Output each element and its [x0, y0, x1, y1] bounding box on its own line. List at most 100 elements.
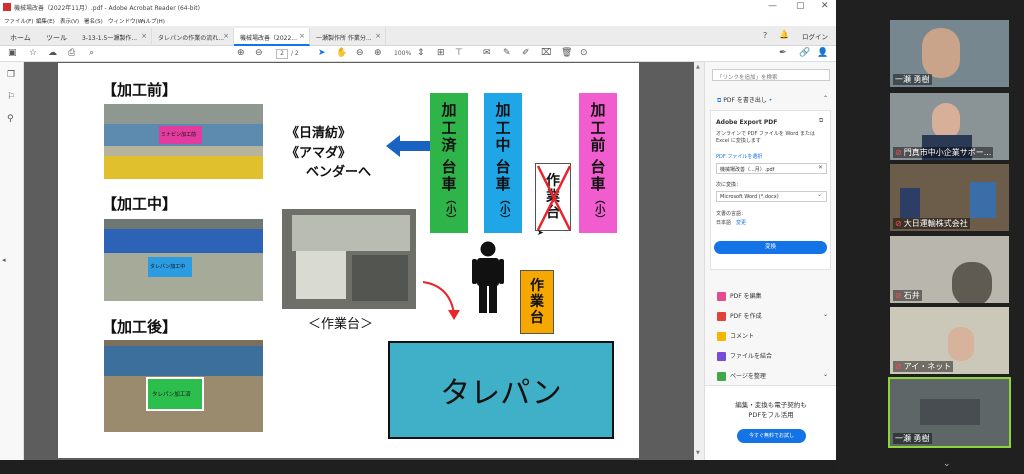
- participant-name-text: 石井: [903, 291, 920, 300]
- tab-doc-2[interactable]: タレパンの作業の流れ... ×: [152, 28, 234, 46]
- tab-doc-4[interactable]: 一瀬製作所 作業分... ×: [310, 28, 386, 46]
- bell-icon[interactable]: 🔔: [779, 30, 789, 39]
- select-cursor-icon[interactable]: ➤: [318, 48, 326, 58]
- comment-icon: [717, 332, 726, 341]
- active-speaker-tile[interactable]: 一瀬 勇樹: [888, 377, 1011, 448]
- stamp-icon[interactable]: ⌧: [541, 48, 551, 58]
- participant-tile[interactable]: 一瀬 勇樹: [890, 20, 1009, 87]
- mic-muted-icon: ⊘: [895, 148, 902, 157]
- convert-to-label: 次に変換：: [716, 182, 742, 188]
- workbench-char: 作: [530, 277, 544, 294]
- document-language-label: 文書の言語：: [716, 211, 747, 217]
- participant-name: 一瀬 勇樹: [893, 433, 932, 444]
- delete-icon[interactable]: 🗑: [561, 48, 572, 58]
- attachments-icon[interactable]: ⚲: [7, 114, 14, 124]
- minimize-icon[interactable]: —: [768, 1, 777, 11]
- document-scrollbar[interactable]: ▲ ▼: [694, 62, 704, 460]
- red-curve-arrow-icon: [422, 281, 460, 320]
- collapse-export-icon[interactable]: ⌃: [823, 95, 828, 102]
- close-icon[interactable]: ✕: [821, 1, 829, 11]
- tab-tools[interactable]: ツール: [40, 28, 70, 46]
- fit-page-icon[interactable]: ⇕: [417, 48, 425, 58]
- menu-help[interactable]: ヘルプ(H): [140, 17, 165, 25]
- highlight-icon[interactable]: ✐: [522, 48, 530, 58]
- tab-home[interactable]: ホーム: [4, 28, 38, 46]
- close-tab-icon[interactable]: ×: [299, 32, 305, 40]
- selected-file-field[interactable]: 機械場改善（...月）.pdf: [716, 163, 827, 174]
- cart-doing-char: 工: [495, 118, 511, 137]
- chevron-down-icon[interactable]: ⌄: [823, 371, 828, 378]
- export-pdf-heading[interactable]: ⧉ PDF を書き出し •: [717, 95, 772, 105]
- share-user-icon[interactable]: 👤: [817, 48, 828, 58]
- search-icon[interactable]: ⌕: [89, 48, 94, 58]
- upload-cloud-icon[interactable]: ☁: [48, 48, 57, 58]
- participant-tile[interactable]: ⊘ 石井: [890, 236, 1009, 303]
- read-mode-icon[interactable]: ⊤: [455, 48, 463, 58]
- zoom-in-icon[interactable]: ⊕: [374, 48, 382, 58]
- select-pdf-link[interactable]: PDF ファイルを選択: [716, 153, 762, 160]
- print-icon[interactable]: ⎙: [68, 48, 75, 58]
- page-number-input[interactable]: 2: [276, 49, 288, 59]
- scroll-mode-icon[interactable]: ⊞: [437, 48, 445, 58]
- cart-doing-char: 台: [495, 158, 511, 177]
- menu-file[interactable]: ファイル(F): [4, 17, 33, 25]
- tool-organize-pages[interactable]: ページを整理: [717, 371, 766, 381]
- zoom-out-icon[interactable]: ⊖: [356, 48, 364, 58]
- tool-edit-pdf-label: PDF を編集: [730, 293, 762, 300]
- sign-icon[interactable]: ✒: [779, 48, 787, 58]
- tool-create-pdf[interactable]: PDF を作成: [717, 311, 762, 321]
- tool-combine-files-label: ファイルを結合: [730, 353, 773, 360]
- tool-combine-files[interactable]: ファイルを結合: [717, 351, 772, 361]
- close-tab-icon[interactable]: ×: [375, 32, 381, 40]
- mic-muted-icon: ⊘: [895, 362, 902, 371]
- chevron-down-icon[interactable]: ⌄: [943, 459, 951, 469]
- share-link-icon[interactable]: 🔗: [799, 48, 810, 58]
- tab-doc-3-active[interactable]: 機械場改善（2022... ×: [234, 28, 310, 46]
- bookmarks-icon[interactable]: ⚐: [7, 92, 15, 102]
- collapse-left-icon[interactable]: ◂: [2, 256, 6, 264]
- edit-pdf-icon: [717, 292, 726, 301]
- cart-doing-size: （小）: [497, 193, 509, 224]
- scroll-up-icon[interactable]: ▲: [696, 64, 700, 70]
- participant-tile[interactable]: ⊘ 門真市中小企業サポー...: [890, 93, 1009, 160]
- page-down-icon[interactable]: ⊖: [255, 48, 263, 58]
- format-select[interactable]: Microsoft Word (*.docx): [716, 191, 827, 202]
- save-icon[interactable]: ▣: [8, 48, 17, 58]
- free-trial-button[interactable]: 今すぐ無料でお試し: [737, 429, 806, 443]
- page-up-icon[interactable]: ⊕: [237, 48, 245, 58]
- more-tools-icon[interactable]: ⊙: [580, 48, 588, 58]
- tool-comment[interactable]: コメント: [717, 331, 754, 341]
- maximize-icon[interactable]: ▢: [796, 1, 805, 11]
- hand-tool-icon[interactable]: ✋: [336, 48, 347, 58]
- participant-name-text: 門真市中小企業サポー...: [903, 148, 992, 157]
- cart-before: 加 工 前 台 車 （小）: [579, 93, 617, 233]
- pen-icon[interactable]: ✎: [503, 48, 511, 58]
- bookmark-star-icon[interactable]: ☆: [29, 48, 37, 58]
- participant-tile[interactable]: ⊘ 大日運輸株式会社: [890, 164, 1009, 231]
- chevron-down-icon[interactable]: ⌄: [817, 191, 822, 198]
- sign-during: タレパン加工中: [148, 257, 192, 277]
- participant-tile[interactable]: ⊘ アイ・ネット: [890, 307, 1009, 374]
- help-icon[interactable]: ?: [763, 31, 767, 40]
- scroll-down-icon[interactable]: ▼: [696, 450, 700, 456]
- zoom-level-select[interactable]: 100%: [394, 50, 411, 57]
- tool-edit-pdf[interactable]: PDF を編集: [717, 291, 762, 301]
- comment-icon[interactable]: ✉: [483, 48, 491, 58]
- menu-edit[interactable]: 編集(E): [36, 17, 55, 25]
- convert-button[interactable]: 変換: [714, 241, 827, 254]
- page-thumbnails-icon[interactable]: ❐: [7, 70, 15, 80]
- copy-icon[interactable]: ⧉: [819, 117, 823, 125]
- change-language-link[interactable]: 変更: [736, 219, 746, 226]
- close-tab-icon[interactable]: ×: [141, 32, 147, 40]
- chevron-down-icon[interactable]: ⌄: [823, 311, 828, 318]
- vendor-nisshinbo: 《日清紡》: [286, 126, 352, 141]
- tab-doc-1[interactable]: 3-13-1.5一瀬製作... ×: [76, 28, 152, 46]
- tool-search-input[interactable]: 「リンクを追加」を検索: [712, 69, 830, 81]
- clear-file-icon[interactable]: ✕: [818, 164, 823, 171]
- menu-sign[interactable]: 署名(S): [84, 17, 103, 25]
- menu-view[interactable]: 表示(V): [60, 17, 79, 25]
- close-tab-icon[interactable]: ×: [223, 32, 229, 40]
- combine-files-icon: [717, 352, 726, 361]
- login-link[interactable]: ログイン: [802, 31, 828, 41]
- cart-before-char: 前: [590, 135, 606, 154]
